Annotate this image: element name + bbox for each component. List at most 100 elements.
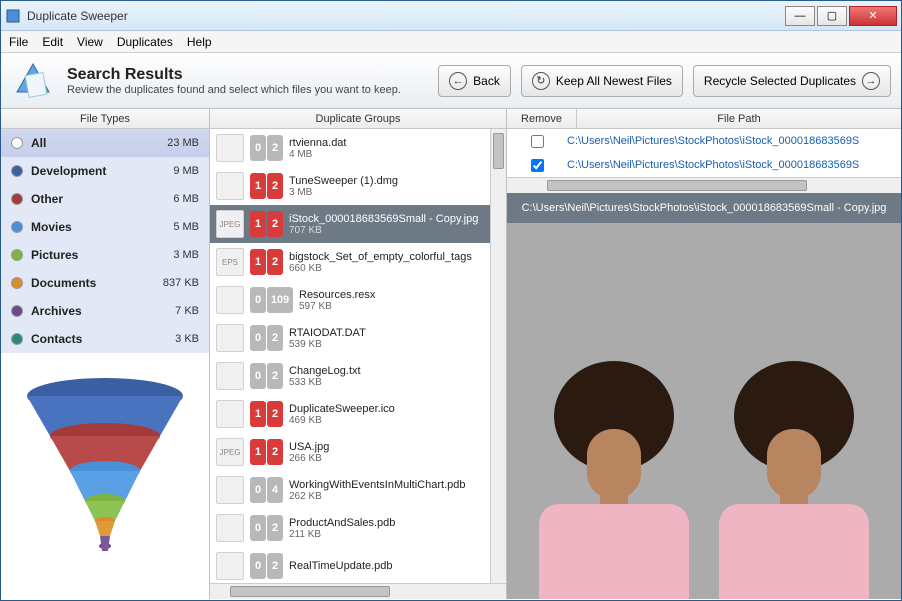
horizontal-scrollbar-right[interactable]	[507, 177, 901, 193]
close-button[interactable]: ✕	[849, 6, 897, 26]
duplicate-group-row[interactable]: 12 DuplicateSweeper.ico 469 KB	[210, 395, 506, 433]
count-badge: 2	[267, 553, 283, 579]
file-path-text: C:\Users\Neil\Pictures\StockPhotos\iStoc…	[567, 135, 901, 147]
file-type-size: 5 MB	[173, 221, 199, 233]
badge-group: 0109	[250, 287, 293, 313]
badge-group: 02	[250, 325, 283, 351]
count-badge: 2	[267, 439, 283, 465]
arrow-right-icon: →	[862, 72, 880, 90]
file-type-row[interactable]: Pictures 3 MB	[1, 241, 209, 269]
file-type-size: 3 MB	[173, 249, 199, 261]
recycle-button[interactable]: Recycle Selected Duplicates →	[693, 65, 891, 97]
file-path-row[interactable]: C:\Users\Neil\Pictures\StockPhotos\iStoc…	[507, 129, 901, 153]
remove-checkbox[interactable]	[531, 135, 544, 148]
menu-duplicates[interactable]: Duplicates	[117, 35, 173, 49]
file-type-size: 837 KB	[163, 277, 199, 289]
badge-group: 02	[250, 135, 283, 161]
duplicate-group-row[interactable]: 02 ProductAndSales.pdb 211 KB	[210, 509, 506, 547]
remove-checkbox[interactable]	[531, 159, 544, 172]
file-type-size: 7 KB	[175, 305, 199, 317]
count-badge: 2	[267, 135, 283, 161]
duplicate-group-row[interactable]: 04 WorkingWithEventsInMultiChart.pdb 262…	[210, 471, 506, 509]
group-size: 3 MB	[289, 187, 500, 198]
file-type-row[interactable]: Other 6 MB	[1, 185, 209, 213]
duplicate-group-row[interactable]: JPEG 12 USA.jpg 266 KB	[210, 433, 506, 471]
right-columns-header: Remove File Path	[507, 109, 901, 129]
file-type-size: 6 MB	[173, 193, 199, 205]
group-filename: RealTimeUpdate.pdb	[289, 560, 500, 572]
file-icon	[216, 324, 244, 352]
vertical-scrollbar[interactable]	[490, 129, 506, 583]
color-dot-icon	[11, 137, 23, 149]
preview-path: C:\Users\Neil\Pictures\StockPhotos\iStoc…	[507, 193, 901, 223]
group-size: 660 KB	[289, 263, 500, 274]
app-window: Duplicate Sweeper — ▢ ✕ File Edit View D…	[0, 0, 902, 601]
color-dot-icon	[11, 305, 23, 317]
file-type-row[interactable]: All 23 MB	[1, 129, 209, 157]
menu-file[interactable]: File	[9, 35, 28, 49]
menu-help[interactable]: Help	[187, 35, 212, 49]
duplicate-group-row[interactable]: 02 rtvienna.dat 4 MB	[210, 129, 506, 167]
count-badge: 0	[250, 135, 266, 161]
file-type-name: Pictures	[31, 248, 173, 262]
badge-group: 02	[250, 553, 283, 579]
file-path-header: File Path	[577, 109, 901, 128]
file-type-name: Other	[31, 192, 173, 206]
duplicate-group-row[interactable]: 02 RealTimeUpdate.pdb	[210, 547, 506, 583]
count-badge: 2	[267, 211, 283, 237]
file-icon	[216, 476, 244, 504]
keep-newest-button[interactable]: ↻ Keep All Newest Files	[521, 65, 683, 97]
count-badge: 1	[250, 173, 266, 199]
file-type-row[interactable]: Movies 5 MB	[1, 213, 209, 241]
minimize-button[interactable]: —	[785, 6, 815, 26]
count-badge: 1	[250, 249, 266, 275]
group-size: 597 KB	[299, 301, 500, 312]
file-icon: JPEG	[216, 210, 244, 238]
group-filename: RTAIODAT.DAT	[289, 327, 500, 339]
group-filename: bigstock_Set_of_empty_colorful_tags	[289, 251, 500, 263]
file-type-row[interactable]: Documents 837 KB	[1, 269, 209, 297]
duplicate-group-row[interactable]: EPS 12 bigstock_Set_of_empty_colorful_ta…	[210, 243, 506, 281]
count-badge: 1	[250, 439, 266, 465]
preview-person-right	[709, 359, 879, 599]
count-badge: 0	[250, 477, 266, 503]
duplicate-group-row[interactable]: 02 RTAIODAT.DAT 539 KB	[210, 319, 506, 357]
count-badge: 109	[267, 287, 293, 313]
file-path-row[interactable]: C:\Users\Neil\Pictures\StockPhotos\iStoc…	[507, 153, 901, 177]
group-size: 469 KB	[289, 415, 500, 426]
file-type-row[interactable]: Archives 7 KB	[1, 297, 209, 325]
menu-view[interactable]: View	[77, 35, 103, 49]
duplicate-group-row[interactable]: 12 TuneSweeper (1).dmg 3 MB	[210, 167, 506, 205]
maximize-button[interactable]: ▢	[817, 6, 847, 26]
menu-edit[interactable]: Edit	[42, 35, 63, 49]
group-filename: iStock_000018683569Small - Copy.jpg	[289, 213, 500, 225]
horizontal-scrollbar-mid[interactable]	[210, 583, 506, 599]
count-badge: 0	[250, 515, 266, 541]
app-icon	[5, 8, 21, 24]
header-icon	[11, 58, 57, 104]
badge-group: 02	[250, 363, 283, 389]
count-badge: 0	[250, 363, 266, 389]
duplicate-group-row[interactable]: JPEG 12 iStock_000018683569Small - Copy.…	[210, 205, 506, 243]
file-type-name: Contacts	[31, 332, 175, 346]
file-type-row[interactable]: Contacts 3 KB	[1, 325, 209, 353]
duplicate-group-row[interactable]: 02 ChangeLog.txt 533 KB	[210, 357, 506, 395]
file-icon	[216, 286, 244, 314]
preview-image	[507, 223, 901, 599]
file-type-row[interactable]: Development 9 MB	[1, 157, 209, 185]
file-types-header: File Types	[1, 109, 209, 129]
badge-group: 12	[250, 173, 283, 199]
refresh-icon: ↻	[532, 72, 550, 90]
group-filename: DuplicateSweeper.ico	[289, 403, 500, 415]
badge-group: 12	[250, 249, 283, 275]
file-path-list: C:\Users\Neil\Pictures\StockPhotos\iStoc…	[507, 129, 901, 177]
file-path-text: C:\Users\Neil\Pictures\StockPhotos\iStoc…	[567, 159, 901, 171]
file-type-name: All	[31, 136, 167, 150]
titlebar[interactable]: Duplicate Sweeper — ▢ ✕	[1, 1, 901, 31]
count-badge: 1	[250, 211, 266, 237]
recycle-label: Recycle Selected Duplicates	[704, 74, 856, 88]
back-button[interactable]: ← Back	[438, 65, 511, 97]
group-filename: WorkingWithEventsInMultiChart.pdb	[289, 479, 500, 491]
count-badge: 2	[267, 363, 283, 389]
duplicate-group-row[interactable]: 0109 Resources.resx 597 KB	[210, 281, 506, 319]
